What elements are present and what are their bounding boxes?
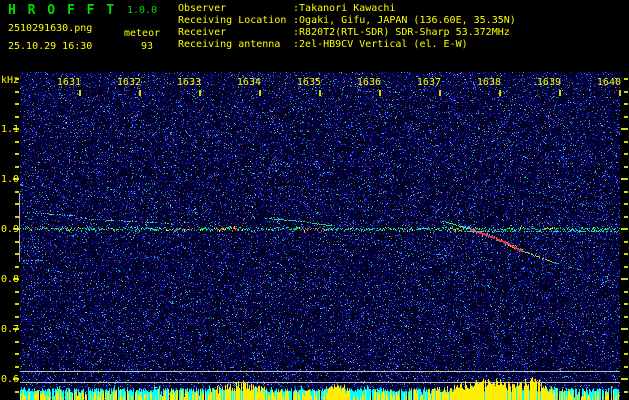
time-tick-label: 1634 [236, 77, 261, 88]
freq-minor-tick [15, 153, 19, 155]
info-label: Receiving Location [178, 15, 287, 26]
freq-minor-tick [15, 91, 19, 93]
time-tick [199, 90, 201, 96]
info-label: Receiver [178, 27, 227, 38]
freq-minor-tick [15, 291, 19, 293]
freq-minor-tick [624, 166, 628, 168]
time-tick [139, 90, 141, 96]
time-tick [379, 90, 381, 96]
info-value: R820T2(RTL-SDR) SDR-Sharp 53.372MHz [299, 27, 510, 38]
freq-tick-label: 1.0 [1, 174, 20, 185]
freq-tick-label: 0.6 [1, 374, 20, 385]
freq-minor-tick [624, 116, 628, 118]
output-filename: 2510291630.png [8, 23, 93, 34]
freq-minor-tick [624, 203, 628, 205]
freq-minor-tick [624, 316, 628, 318]
info-label: Receiving antenna [178, 39, 281, 50]
freq-minor-tick [624, 216, 628, 218]
freq-minor-tick [624, 141, 628, 143]
datetime-label: 25.10.29 16:30 [8, 41, 93, 52]
freq-minor-tick [624, 241, 628, 243]
freq-minor-tick [624, 78, 628, 80]
freq-minor-tick [15, 353, 19, 355]
freq-minor-tick [15, 166, 19, 168]
time-tick [559, 90, 561, 96]
info-row-observer: Observer: Takanori Kawachi [178, 3, 395, 15]
freq-tick-label: 0.7 [1, 324, 20, 335]
time-tick-label: 1633 [176, 77, 201, 88]
freq-major-tick [621, 378, 628, 380]
freq-minor-tick [624, 291, 628, 293]
freq-major-tick [621, 228, 628, 230]
time-tick-label: 1632 [116, 77, 141, 88]
app-version: 1.0.0 [127, 5, 158, 16]
info-row-receiver: Receiver: R820T2(RTL-SDR) SDR-Sharp 53.3… [178, 27, 510, 39]
info-value: Takanori Kawachi [299, 3, 396, 14]
freq-minor-tick [624, 103, 628, 105]
info-value: Ogaki, Gifu, JAPAN (136.60E, 35.35N) [299, 15, 516, 26]
app-title: H R O F F T [8, 3, 117, 18]
freq-minor-tick [15, 266, 19, 268]
freq-minor-tick [624, 303, 628, 305]
freq-minor-tick [15, 391, 19, 393]
time-tick [619, 90, 621, 96]
freq-minor-tick [624, 341, 628, 343]
freq-minor-tick [624, 253, 628, 255]
time-tick-label: 1640 [596, 77, 621, 88]
time-tick-label: 1638 [476, 77, 501, 88]
freq-minor-tick [15, 78, 19, 80]
time-tick [79, 90, 81, 96]
freq-major-tick [621, 128, 628, 130]
freq-minor-tick [624, 353, 628, 355]
time-tick-label: 1637 [416, 77, 441, 88]
info-value: 2el-HB9CV Vertical (el. E-W) [299, 39, 468, 50]
freq-minor-tick [624, 153, 628, 155]
time-tick-label: 1631 [56, 77, 81, 88]
hrofft-output: H R O F F T 1.0.0 2510291630.png meteor … [0, 0, 629, 400]
freq-minor-tick [15, 316, 19, 318]
freq-major-tick [621, 278, 628, 280]
freq-minor-tick [624, 191, 628, 193]
freq-minor-tick [15, 366, 19, 368]
spectrogram-canvas [20, 72, 620, 400]
freq-minor-tick [624, 266, 628, 268]
freq-tick-label: 0.9 [1, 224, 20, 235]
time-tick [499, 90, 501, 96]
info-row-location: Receiving Location: Ogaki, Gifu, JAPAN (… [178, 15, 516, 27]
freq-minor-tick [15, 116, 19, 118]
freq-tick-label: 1.1 [1, 124, 20, 135]
echo-count: 93 [141, 41, 154, 52]
mode-label: meteor [124, 28, 161, 39]
time-tick [259, 90, 261, 96]
time-tick-label: 1636 [356, 77, 381, 88]
time-tick-label: 1639 [536, 77, 561, 88]
freq-major-tick [621, 328, 628, 330]
freq-minor-tick [15, 141, 19, 143]
freq-minor-tick [15, 341, 19, 343]
freq-minor-tick [624, 366, 628, 368]
info-row-antenna: Receiving antenna: 2el-HB9CV Vertical (e… [178, 39, 468, 51]
freq-minor-tick [15, 103, 19, 105]
time-tick [319, 90, 321, 96]
left-edge-marker [19, 193, 20, 262]
info-label: Observer [178, 3, 227, 14]
freq-minor-tick [624, 91, 628, 93]
freq-minor-tick [15, 303, 19, 305]
time-tick-label: 1635 [296, 77, 321, 88]
freq-minor-tick [624, 391, 628, 393]
time-tick [439, 90, 441, 96]
freq-tick-label: 0.8 [1, 274, 20, 285]
freq-major-tick [621, 178, 628, 180]
